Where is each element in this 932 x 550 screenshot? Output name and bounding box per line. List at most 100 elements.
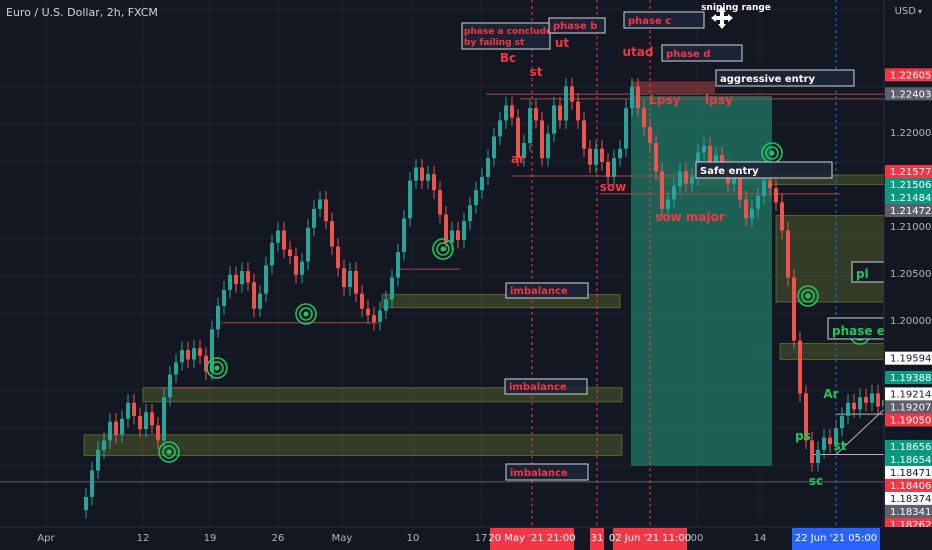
candle-body bbox=[624, 108, 628, 149]
annotation-box-phase-d[interactable]: phase d bbox=[661, 44, 743, 62]
candle-body bbox=[234, 274, 238, 285]
annotation-box-Safe-entry[interactable]: Safe entry bbox=[695, 161, 833, 179]
time-axis[interactable]: Apr 12 19 26 May 10 17 00 14 20 May '21 21:00 31 02… bbox=[0, 526, 932, 550]
candle-body bbox=[648, 127, 652, 144]
target-dot bbox=[303, 311, 309, 317]
candle-body bbox=[672, 186, 676, 200]
annotation-box-phase-e[interactable]: phase e bbox=[827, 317, 885, 340]
candle-body bbox=[864, 397, 868, 403]
price-label-text: 1.19388 bbox=[890, 373, 931, 384]
candle-body bbox=[330, 221, 334, 247]
candle-body bbox=[222, 289, 226, 306]
annotation-box-imbalance[interactable]: imbalance bbox=[505, 463, 589, 481]
candle-body bbox=[840, 415, 844, 429]
imbalance-zone bbox=[779, 342, 885, 360]
target-dot bbox=[440, 246, 446, 252]
symbol-title[interactable]: Euro / U.S. Dollar, 2h, FXCM bbox=[6, 6, 158, 19]
candle-body bbox=[846, 402, 850, 416]
candle-body bbox=[390, 277, 394, 300]
candle-body bbox=[420, 167, 424, 181]
candle-body bbox=[756, 195, 760, 209]
annotation-box-aggressive-entry[interactable]: aggressive entry bbox=[715, 69, 855, 87]
candle-body bbox=[600, 148, 604, 162]
candle-body bbox=[822, 437, 826, 450]
candle-body bbox=[534, 108, 538, 121]
candle-body bbox=[102, 440, 106, 450]
candle-body bbox=[666, 199, 670, 209]
annotation-box-text: phase c bbox=[628, 16, 671, 27]
short-position-target-zone bbox=[631, 95, 772, 466]
wyckoff-label-sniping-range: sniping range bbox=[701, 3, 771, 13]
wyckoff-label-sow-major: sow major bbox=[655, 210, 725, 224]
candle-body bbox=[684, 171, 688, 184]
time-tick-label: May bbox=[332, 533, 353, 544]
candle-body bbox=[474, 190, 478, 206]
candle-body bbox=[198, 348, 202, 356]
candle-body bbox=[618, 148, 622, 159]
annotation-box-text: imbalance bbox=[510, 286, 568, 297]
price-label-text: 1.21484 bbox=[890, 193, 931, 204]
target-dot bbox=[214, 365, 220, 371]
currency-selector[interactable]: USD ▾ bbox=[895, 6, 922, 17]
wyckoff-label-Lpsy: Lpsy bbox=[649, 93, 680, 107]
candle-body bbox=[324, 199, 328, 222]
candle-body bbox=[396, 252, 400, 278]
annotation-box-imbalance[interactable]: imbalance bbox=[505, 282, 589, 299]
target-dot bbox=[166, 449, 172, 455]
price-tick-label: 1.22000 bbox=[890, 128, 931, 139]
price-axis[interactable]: 1.210001.205001.200001.220001.2151.22605… bbox=[883, 0, 932, 550]
candle-body bbox=[138, 415, 142, 430]
candle-body bbox=[504, 105, 508, 121]
candle-body bbox=[774, 188, 778, 203]
candle-body bbox=[258, 293, 262, 309]
annotation-box-text: phase b bbox=[553, 21, 597, 32]
wyckoff-label-st: st bbox=[834, 439, 847, 453]
candle-body bbox=[162, 397, 166, 441]
candle-body bbox=[300, 261, 304, 275]
time-tick-label: 12 bbox=[137, 533, 150, 544]
candle-body bbox=[780, 202, 784, 231]
price-tick-label: 1.21000 bbox=[890, 222, 931, 233]
price-tick-label: 1.20500 bbox=[890, 269, 931, 280]
time-tick-label: 17 bbox=[475, 533, 488, 544]
time-marker-text: 02 Jun '21 11:00 bbox=[609, 533, 691, 544]
wyckoff-label-ut: ut bbox=[555, 36, 570, 50]
candle-body bbox=[858, 397, 862, 410]
annotation-box-phase-b[interactable]: phase b bbox=[548, 17, 606, 34]
candle-body bbox=[108, 421, 112, 441]
annotation-box-text: imbalance bbox=[509, 382, 567, 393]
wyckoff-label-lpsy: lpsy bbox=[705, 93, 733, 107]
candle-body bbox=[432, 174, 436, 191]
time-marker-text: 22 Jun '21 05:00 bbox=[795, 533, 877, 544]
chart-app: phase a concludes by failing st phase b pha… bbox=[0, 0, 932, 550]
candle-body bbox=[120, 418, 124, 435]
candle-body bbox=[186, 350, 190, 360]
candle-body bbox=[264, 265, 268, 294]
price-label-text: 1.18341 bbox=[890, 507, 931, 518]
candle-body bbox=[456, 230, 460, 240]
candle-body bbox=[450, 230, 454, 243]
candle-body bbox=[570, 86, 574, 102]
candle-body bbox=[636, 86, 640, 109]
price-chart[interactable]: phase a concludesby failing stphase b pha… bbox=[0, 0, 932, 550]
candle-body bbox=[594, 148, 598, 165]
annotation-box-pl[interactable]: pl bbox=[851, 261, 885, 283]
candle-body bbox=[174, 362, 178, 375]
annotation-box-imbalance[interactable]: imbalance bbox=[504, 378, 588, 395]
price-label-text: 1.18654 bbox=[890, 455, 931, 466]
candle-body bbox=[558, 105, 562, 121]
candle-body bbox=[96, 449, 100, 471]
price-label-text: 1.19050 bbox=[890, 415, 931, 426]
wyckoff-label-Bc: Bc bbox=[500, 51, 516, 65]
candle-body bbox=[528, 108, 532, 144]
candle-body bbox=[114, 421, 118, 435]
candle-body bbox=[750, 208, 754, 219]
price-label-text: 1.19214 bbox=[890, 389, 931, 400]
currency-label: USD bbox=[894, 6, 916, 17]
annotation-box-phase-c[interactable]: phase c bbox=[623, 11, 705, 29]
annotation-box-phase-a-concludes-by-failing-st[interactable]: phase a concludesby failing st bbox=[461, 22, 557, 50]
price-label-text: 1.21472 bbox=[890, 206, 931, 217]
candle-body bbox=[414, 167, 418, 181]
candle-body bbox=[168, 374, 172, 398]
price-label-text: 1.22403 bbox=[890, 89, 931, 100]
